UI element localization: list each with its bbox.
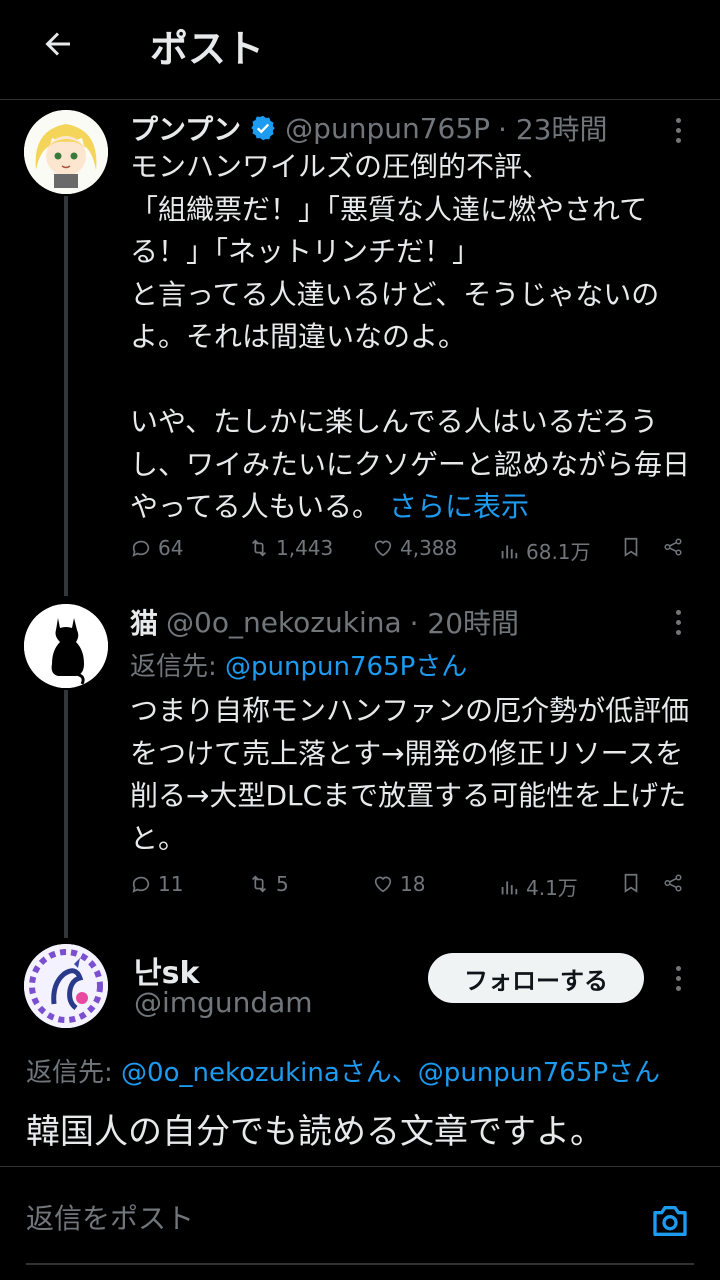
camera-icon[interactable]: [646, 1197, 694, 1245]
page-title: ポスト: [150, 27, 265, 71]
like-button[interactable]: 18: [372, 872, 425, 896]
avatar[interactable]: [24, 110, 108, 194]
tweet-text: モンハンワイルズの圧倒的不評、 「組織票だ！」「悪質な人達に燃やされてる！」「ネ…: [130, 146, 690, 529]
reply-icon: [132, 876, 150, 893]
bookmark-icon[interactable]: [620, 536, 642, 558]
back-arrow-icon[interactable]: [36, 22, 80, 66]
like-count: 18: [400, 872, 426, 896]
reply-to-label: 返信先:: [130, 652, 226, 682]
view-count: 4.1万: [526, 876, 578, 900]
top-bar: ポスト: [0, 0, 720, 100]
views-button[interactable]: 68.1万: [498, 536, 591, 565]
reply-to-line: 返信先: @0o_nekozukinaさん、@punpun765Pさん: [26, 1052, 660, 1089]
display-name[interactable]: 猫: [130, 602, 158, 642]
reply-composer: 返信をポスト: [0, 1166, 720, 1280]
user-handle[interactable]: @0o_nekozukina: [166, 606, 402, 639]
timestamp[interactable]: · 23時間: [498, 108, 607, 148]
retweet-count: 1,443: [276, 536, 334, 560]
show-more-link[interactable]: さらに表示: [389, 490, 529, 523]
display-name[interactable]: プンプン: [130, 108, 241, 148]
follow-button[interactable]: フォローする: [428, 953, 644, 1003]
user-handle[interactable]: @punpun765P: [285, 112, 490, 145]
reply-button[interactable]: 11: [130, 872, 183, 896]
reply-to-mention[interactable]: @0o_nekozukinaさん、@punpun765Pさん: [121, 1058, 660, 1088]
reply-count: 11: [158, 872, 184, 896]
tweet-text-content: モンハンワイルズの圧倒的不評、 「組織票だ！」「悪質な人達に燃やされてる！」「ネ…: [130, 150, 691, 523]
user-handle[interactable]: @imgundam: [134, 986, 313, 1019]
views-icon: [501, 545, 518, 558]
retweet-button[interactable]: 5: [248, 872, 289, 896]
more-options-icon[interactable]: [664, 958, 692, 998]
timestamp[interactable]: · 20時間: [410, 602, 519, 642]
share-icon[interactable]: [662, 536, 684, 558]
composer-divider: [26, 1263, 694, 1265]
reply-to-line: 返信先: @punpun765Pさん: [130, 646, 467, 683]
reply-to-label: 返信先:: [26, 1058, 122, 1088]
avatar[interactable]: [24, 604, 108, 688]
view-count: 68.1万: [526, 540, 591, 564]
tweet-text: つまり自称モンハンファンの厄介勢が低評価をつけて売上落とす→開発の修正リソースを…: [130, 694, 690, 855]
retweet-icon: [251, 539, 267, 557]
views-button[interactable]: 4.1万: [498, 872, 578, 901]
tweet-actions: 11 5 18 4.1万: [130, 872, 690, 902]
heart-icon: [374, 876, 392, 893]
bookmark-icon[interactable]: [620, 872, 642, 894]
views-icon: [501, 881, 518, 894]
tweet-header: プンプン @punpun765P · 23時間: [130, 108, 607, 148]
retweet-count: 5: [276, 872, 289, 896]
reply-input[interactable]: 返信をポスト: [26, 1197, 194, 1237]
share-icon[interactable]: [662, 872, 684, 894]
reply-icon: [132, 540, 150, 557]
thread-connector: [64, 690, 68, 938]
tweet-header: 猫 @0o_nekozukina · 20時間: [130, 602, 519, 642]
avatar[interactable]: [24, 944, 108, 1028]
verified-badge-icon: [249, 114, 277, 142]
reply-to-mention[interactable]: @punpun765Pさん: [225, 652, 467, 682]
tweet-actions: 64 1,443 4,388 68.1万: [130, 536, 690, 566]
retweet-icon: [251, 875, 267, 893]
like-count: 4,388: [400, 536, 458, 560]
tweet-text: 韓国人の自分でも読める文章ですよ。: [26, 1112, 604, 1152]
heart-icon: [374, 540, 392, 557]
reply-button[interactable]: 64: [130, 536, 183, 560]
like-button[interactable]: 4,388: [372, 536, 457, 560]
reply-count: 64: [158, 536, 184, 560]
retweet-button[interactable]: 1,443: [248, 536, 333, 560]
more-options-icon[interactable]: [664, 602, 692, 642]
thread-connector: [64, 196, 68, 596]
more-options-icon[interactable]: [664, 110, 692, 150]
